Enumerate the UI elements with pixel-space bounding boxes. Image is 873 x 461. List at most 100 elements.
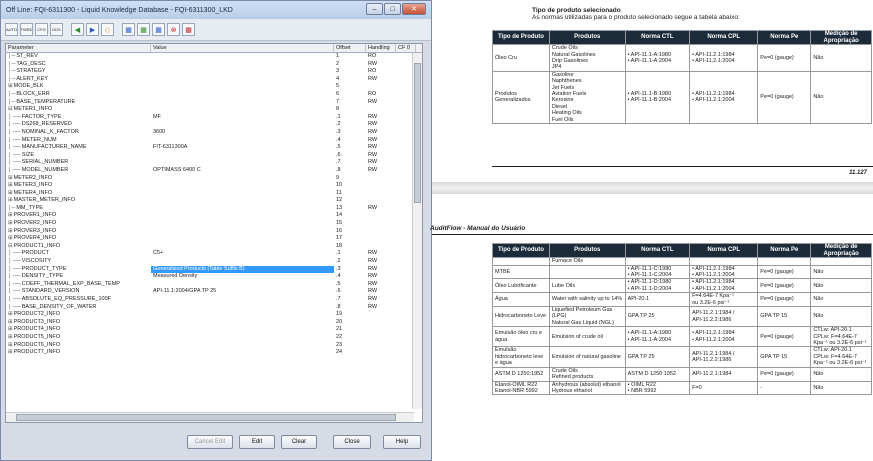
toolbar-button[interactable]: AUTO [5, 23, 18, 36]
parameter-cell[interactable]: ⊞PRODUCT2_INFO [6, 311, 151, 319]
value-cell[interactable] [151, 296, 334, 304]
value-cell[interactable] [151, 243, 334, 251]
grid-row[interactable]: │ ──MODEL_NUMBER OPTIMASS 6400 C .8 RW [6, 167, 422, 175]
parameter-cell[interactable]: ⊞PROVER4_INFO [6, 235, 151, 243]
toolbar-button[interactable]: CFG [35, 23, 48, 36]
column-header-offset[interactable]: Offset [334, 44, 366, 52]
column-header-value[interactable]: Value [151, 44, 334, 52]
toolbar-button[interactable]: ⊗ [167, 23, 180, 36]
grid-row[interactable]: │ ──SIZE .6 RW [6, 152, 422, 160]
parameter-cell[interactable]: │ ──COEFF_THERMAL_EXP_BASE_TEMP [6, 281, 151, 289]
scroll-thumb-horizontal[interactable] [16, 414, 396, 421]
grid-row[interactable]: ⊞METER4_INFO 11 [6, 190, 422, 198]
toolbar-button[interactable]: ◇ [101, 23, 114, 36]
value-cell[interactable] [151, 83, 334, 91]
parameter-cell[interactable]: │─MM_TYPE [6, 205, 151, 213]
parameter-cell[interactable]: │ ──NOMINAL_K_FACTOR [6, 129, 151, 137]
grid-row[interactable]: │ ──BASE_DENSITY_OF_WATER .8 RW [6, 304, 422, 312]
parameter-cell[interactable]: │─STRATEGY [6, 68, 151, 76]
grid-row[interactable]: │ ──STANDARD_VERSION API-11.1:2004/GPA TP… [6, 288, 422, 296]
parameter-cell[interactable]: │ ──ABSOLUTE_EQ_PRESSURE_100F [6, 296, 151, 304]
parameter-cell[interactable]: │─BASE_TEMPERATURE [6, 99, 151, 107]
value-cell[interactable]: API-11.1:2004/GPA TP 25 [151, 288, 334, 296]
grid-row[interactable]: ⊟PRODUCT1_INFO 18 [6, 243, 422, 251]
value-cell[interactable] [151, 121, 334, 129]
parameter-cell[interactable]: │ ──DENSITY_TYPE [6, 273, 151, 281]
grid-row[interactable]: │ ──VISCOSITY .2 RW [6, 258, 422, 266]
clear-button[interactable]: Clear [281, 435, 317, 449]
parameter-cell[interactable]: │─ST_REV [6, 53, 151, 61]
toolbar-button[interactable]: FWRD [20, 23, 33, 36]
value-cell[interactable] [151, 235, 334, 243]
grid-row[interactable]: │ ──NOMINAL_K_FACTOR 3600.3 RW [6, 129, 422, 137]
parameter-cell[interactable]: │ ──FACTOR_TYPE [6, 114, 151, 122]
toolbar-button[interactable]: DDS [50, 23, 63, 36]
scroll-thumb[interactable] [414, 63, 421, 203]
parameter-cell[interactable]: ⊞PRODUCT7_INFO [6, 349, 151, 357]
parameter-cell[interactable]: │─TAG_DESC [6, 61, 151, 69]
grid-row[interactable]: ⊞PRODUCT2_INFO 19 [6, 311, 422, 319]
value-cell[interactable] [151, 326, 334, 334]
grid-row[interactable]: │ ──PRODUCT_TYPE Generalized Products (Ta… [6, 265, 422, 274]
grid-row[interactable]: ⊞PRODUCT3_INFO 20 [6, 319, 422, 327]
edit-button[interactable]: Edit [239, 435, 275, 449]
value-cell[interactable] [151, 342, 334, 350]
grid-row[interactable]: │─ALERT_KEY 4 RW [6, 76, 422, 84]
value-cell[interactable] [151, 76, 334, 84]
value-cell[interactable]: C5+ [151, 250, 334, 258]
parameter-cell[interactable]: ⊟PRODUCT1_INFO [6, 243, 151, 251]
value-cell[interactable]: OPTIMASS 6400 C [151, 167, 334, 175]
value-cell[interactable]: FIT-6311300A [151, 144, 334, 152]
column-header-parameter[interactable]: Parameter [6, 44, 151, 52]
grid-row[interactable]: ⊞MASTER_METER_INFO 12 [6, 197, 422, 205]
value-cell[interactable] [151, 68, 334, 76]
toolbar-button[interactable]: ▦ [137, 23, 150, 36]
grid-row[interactable]: │ ──DENSITY_TYPE Measured Density .4 RW [6, 273, 422, 281]
parameter-cell[interactable]: │ ──BASE_DENSITY_OF_WATER [6, 304, 151, 312]
value-cell[interactable] [151, 212, 334, 220]
value-cell[interactable]: Generalized Products (Table Suffix B) [151, 265, 334, 274]
parameter-cell[interactable]: ⊞METER4_INFO [6, 190, 151, 198]
grid-row[interactable]: ⊞PRODUCT6_INFO 23 [6, 342, 422, 350]
value-cell[interactable] [151, 349, 334, 357]
grid-row[interactable]: ⊞PRODUCT7_INFO 24 [6, 349, 422, 357]
grid-row[interactable]: │ ──FACTOR_TYPE MF .1 RW [6, 114, 422, 122]
value-cell[interactable] [151, 137, 334, 145]
minimize-button[interactable]: – [366, 3, 383, 15]
parameter-cell[interactable]: ⊞MODE_BLK [6, 83, 151, 91]
value-cell[interactable] [151, 228, 334, 236]
parameter-cell[interactable]: │ ──STANDARD_VERSION [6, 288, 151, 296]
parameter-cell[interactable]: │ ──MANUFACTURER_NAME [6, 144, 151, 152]
parameter-cell[interactable]: │─BLOCK_ERR [6, 91, 151, 99]
parameter-cell[interactable]: ⊞PRODUCT3_INFO [6, 319, 151, 327]
parameter-cell[interactable]: ⊞PRODUCT5_INFO [6, 334, 151, 342]
grid-row[interactable]: ⊞PROVER1_INFO 14 [6, 212, 422, 220]
grid-row[interactable]: │─MM_TYPE 13 RW [6, 205, 422, 213]
horizontal-scrollbar[interactable] [6, 412, 414, 422]
parameter-cell[interactable]: │ ──PRODUCT_TYPE [6, 266, 151, 274]
grid-row[interactable]: │─ST_REV 1 RO [6, 53, 422, 61]
grid-row[interactable]: ⊞METER2_INFO 9 [6, 175, 422, 183]
value-cell[interactable] [151, 106, 334, 114]
grid-row[interactable]: │ ──MANUFACTURER_NAME FIT-6311300A .5 RW [6, 144, 422, 152]
parameter-cell[interactable]: │ ──SIZE [6, 152, 151, 160]
value-cell[interactable] [151, 304, 334, 312]
grid-row[interactable]: │ ──ABSOLUTE_EQ_PRESSURE_100F .7 RW [6, 296, 422, 304]
toolbar-button[interactable]: ▦ [122, 23, 135, 36]
value-cell[interactable] [151, 175, 334, 183]
help-button[interactable]: Help [383, 435, 421, 449]
parameter-cell[interactable]: │ ──VISCOSITY [6, 258, 151, 266]
grid-row[interactable]: │ ──PRODUCT C5+ .1 RW [6, 250, 422, 258]
grid-row[interactable]: ⊞MODE_BLK 5 [6, 83, 422, 91]
grid-row[interactable]: ⊞PRODUCT4_INFO 21 [6, 326, 422, 334]
value-cell[interactable] [151, 258, 334, 266]
grid-row[interactable]: │ ──COEFF_THERMAL_EXP_BASE_TEMP .5 RW [6, 281, 422, 289]
value-cell[interactable]: MF [151, 114, 334, 122]
grid-row[interactable]: ⊞PROVER2_INFO 15 [6, 220, 422, 228]
grid-row[interactable]: │─BLOCK_ERR 6 RO [6, 91, 422, 99]
parameter-cell[interactable]: │ ──SERIAL_NUMBER [6, 159, 151, 167]
parameter-cell[interactable]: ⊞PRODUCT4_INFO [6, 326, 151, 334]
cancel-edit-button[interactable]: Cancel Edit [187, 435, 233, 449]
column-header-cf0[interactable]: CF 0 [396, 44, 416, 52]
toolbar-button[interactable]: ▦ [152, 23, 165, 36]
